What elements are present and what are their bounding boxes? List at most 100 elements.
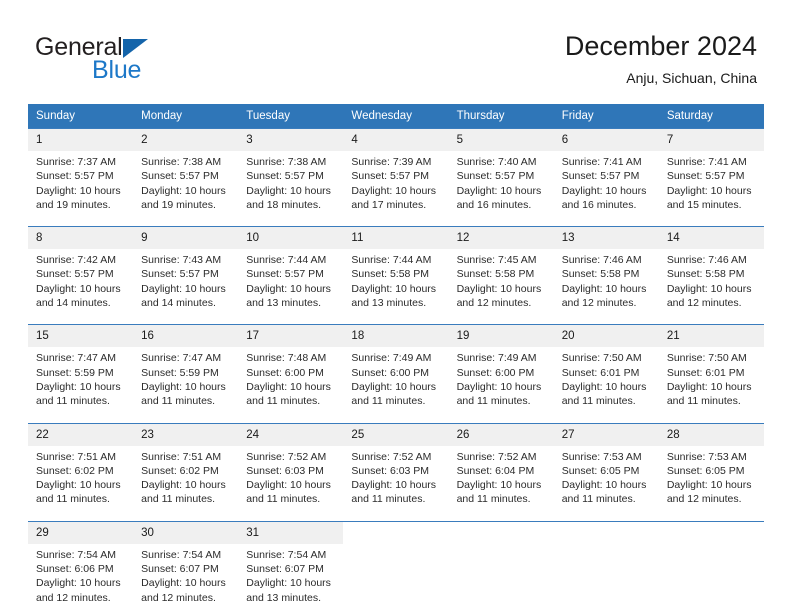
week-spacer-cell bbox=[28, 408, 764, 424]
day-cell[interactable]: 10 Sunrise: 7:44 AM Sunset: 5:57 PM Dayl… bbox=[238, 226, 344, 311]
daylight-text-line1: Daylight: 10 hours bbox=[246, 184, 331, 197]
sunrise-text: Sunrise: 7:53 AM bbox=[561, 450, 642, 463]
sunrise-text: Sunrise: 7:39 AM bbox=[351, 156, 432, 168]
day-cell[interactable]: 24 Sunrise: 7:52 AM Sunset: 6:03 PM Dayl… bbox=[238, 422, 344, 507]
day-cell[interactable]: 4 Sunrise: 7:39 AM Sunset: 5:57 PM Dayli… bbox=[343, 128, 449, 213]
day-cell[interactable]: 13 Sunrise: 7:46 AM Sunset: 5:58 PM Dayl… bbox=[553, 226, 659, 311]
day-cell-empty bbox=[658, 520, 764, 605]
daylight-text-line2: and 18 minutes. bbox=[246, 198, 321, 211]
daylight-text-line2: and 16 minutes. bbox=[561, 198, 637, 211]
logo-text-blue: Blue bbox=[92, 56, 142, 84]
day-cell[interactable]: 8 Sunrise: 7:42 AM Sunset: 5:57 PM Dayli… bbox=[28, 226, 134, 311]
day-cell[interactable]: 11 Sunrise: 7:44 AM Sunset: 5:58 PM Dayl… bbox=[343, 226, 449, 311]
day-number bbox=[343, 521, 449, 544]
day-details: Sunrise: 7:54 AM Sunset: 6:07 PM Dayligh… bbox=[133, 544, 238, 605]
daylight-text-line2: and 12 minutes. bbox=[456, 297, 532, 310]
sunset-text: Sunset: 5:59 PM bbox=[36, 366, 114, 379]
sunrise-text: Sunrise: 7:37 AM bbox=[36, 156, 116, 168]
day-cell[interactable]: 29 Sunrise: 7:54 AM Sunset: 6:06 PM Dayl… bbox=[28, 520, 134, 605]
day-cell[interactable]: 23 Sunrise: 7:51 AM Sunset: 6:02 PM Dayl… bbox=[133, 422, 239, 507]
day-cell[interactable]: 5 Sunrise: 7:40 AM Sunset: 5:57 PM Dayli… bbox=[448, 128, 554, 213]
day-cell[interactable]: 31 Sunrise: 7:54 AM Sunset: 6:07 PM Dayl… bbox=[238, 520, 344, 605]
day-cell[interactable]: 25 Sunrise: 7:52 AM Sunset: 6:03 PM Dayl… bbox=[343, 422, 449, 507]
day-number: 18 bbox=[343, 325, 449, 348]
week-spacer bbox=[28, 408, 764, 424]
day-details: Sunrise: 7:48 AM Sunset: 6:00 PM Dayligh… bbox=[238, 347, 343, 408]
daylight-text-line1: Daylight: 10 hours bbox=[141, 479, 226, 492]
page-title: December 2024 bbox=[564, 31, 757, 61]
sunrise-text: Sunrise: 7:49 AM bbox=[456, 352, 537, 365]
day-cell[interactable]: 27 Sunrise: 7:53 AM Sunset: 6:05 PM Dayl… bbox=[553, 422, 659, 507]
daylight-text-line2: and 11 minutes. bbox=[246, 493, 321, 506]
calendar-page: General Blue December 2024 Anju, Sichuan… bbox=[0, 0, 792, 612]
day-cell[interactable]: 1 Sunrise: 7:37 AM Sunset: 5:57 PM Dayli… bbox=[28, 128, 134, 213]
day-number: 25 bbox=[343, 423, 449, 446]
daylight-text-line1: Daylight: 10 hours bbox=[456, 282, 542, 295]
general-blue-logo[interactable]: General Blue bbox=[35, 34, 265, 88]
sunset-text: Sunset: 6:03 PM bbox=[351, 464, 430, 477]
sunrise-text: Sunrise: 7:47 AM bbox=[36, 352, 116, 365]
day-cell-empty bbox=[448, 520, 554, 605]
day-details: Sunrise: 7:52 AM Sunset: 6:03 PM Dayligh… bbox=[238, 446, 343, 507]
sunset-text: Sunset: 6:06 PM bbox=[36, 563, 114, 576]
day-number: 15 bbox=[28, 325, 134, 348]
day-cell[interactable]: 2 Sunrise: 7:38 AM Sunset: 5:57 PM Dayli… bbox=[133, 128, 239, 213]
daylight-text-line2: and 16 minutes. bbox=[456, 198, 532, 211]
day-cell[interactable]: 20 Sunrise: 7:50 AM Sunset: 6:01 PM Dayl… bbox=[553, 324, 659, 409]
sunrise-text: Sunrise: 7:46 AM bbox=[561, 254, 642, 267]
daylight-text-line2: and 13 minutes. bbox=[246, 591, 321, 604]
daylight-text-line1: Daylight: 10 hours bbox=[36, 577, 121, 590]
daylight-text-line2: and 13 minutes. bbox=[246, 297, 321, 310]
day-details: Sunrise: 7:46 AM Sunset: 5:58 PM Dayligh… bbox=[659, 249, 764, 310]
day-cell-empty bbox=[553, 520, 659, 605]
sunrise-text: Sunrise: 7:52 AM bbox=[351, 450, 432, 463]
daylight-text-line1: Daylight: 10 hours bbox=[36, 282, 121, 295]
day-cell[interactable]: 30 Sunrise: 7:54 AM Sunset: 6:07 PM Dayl… bbox=[133, 520, 239, 605]
sunset-text: Sunset: 5:57 PM bbox=[246, 268, 324, 281]
day-cell[interactable]: 17 Sunrise: 7:48 AM Sunset: 6:00 PM Dayl… bbox=[238, 324, 344, 409]
weekday-header-saturday: Saturday bbox=[658, 104, 764, 129]
day-cell[interactable]: 21 Sunrise: 7:50 AM Sunset: 6:01 PM Dayl… bbox=[658, 324, 764, 409]
day-number: 20 bbox=[553, 325, 659, 348]
sunset-text: Sunset: 5:58 PM bbox=[666, 268, 745, 281]
day-number: 7 bbox=[658, 129, 764, 151]
day-cell[interactable]: 18 Sunrise: 7:49 AM Sunset: 6:00 PM Dayl… bbox=[343, 324, 449, 409]
calendar-week-row: 1 Sunrise: 7:37 AM Sunset: 5:57 PM Dayli… bbox=[28, 128, 764, 213]
day-cell-empty bbox=[343, 520, 449, 605]
day-cell[interactable]: 19 Sunrise: 7:49 AM Sunset: 6:00 PM Dayl… bbox=[448, 324, 554, 409]
daylight-text-line1: Daylight: 10 hours bbox=[141, 577, 226, 590]
day-details: Sunrise: 7:47 AM Sunset: 5:59 PM Dayligh… bbox=[28, 347, 133, 408]
day-cell[interactable]: 28 Sunrise: 7:53 AM Sunset: 6:05 PM Dayl… bbox=[658, 422, 764, 507]
day-cell[interactable]: 14 Sunrise: 7:46 AM Sunset: 5:58 PM Dayl… bbox=[658, 226, 764, 311]
day-details: Sunrise: 7:45 AM Sunset: 5:58 PM Dayligh… bbox=[449, 249, 554, 310]
day-number bbox=[658, 521, 764, 544]
sunrise-text: Sunrise: 7:38 AM bbox=[246, 156, 327, 168]
day-details: Sunrise: 7:51 AM Sunset: 6:02 PM Dayligh… bbox=[133, 446, 238, 507]
daylight-text-line2: and 11 minutes. bbox=[456, 395, 531, 408]
day-number: 29 bbox=[28, 521, 134, 544]
day-cell[interactable]: 6 Sunrise: 7:41 AM Sunset: 5:57 PM Dayli… bbox=[553, 128, 659, 213]
weekday-header-thursday: Thursday bbox=[448, 104, 554, 129]
sunset-text: Sunset: 5:57 PM bbox=[456, 170, 535, 183]
day-number: 11 bbox=[343, 227, 449, 250]
daylight-text-line2: and 14 minutes. bbox=[36, 297, 111, 310]
day-details: Sunrise: 7:49 AM Sunset: 6:00 PM Dayligh… bbox=[343, 347, 448, 408]
day-number: 17 bbox=[238, 325, 344, 348]
daylight-text-line1: Daylight: 10 hours bbox=[141, 282, 226, 295]
day-details: Sunrise: 7:38 AM Sunset: 5:57 PM Dayligh… bbox=[133, 151, 238, 212]
day-cell[interactable]: 15 Sunrise: 7:47 AM Sunset: 5:59 PM Dayl… bbox=[28, 324, 134, 409]
day-cell[interactable]: 7 Sunrise: 7:41 AM Sunset: 5:57 PM Dayli… bbox=[658, 128, 764, 213]
day-cell[interactable]: 16 Sunrise: 7:47 AM Sunset: 5:59 PM Dayl… bbox=[133, 324, 239, 409]
day-number: 2 bbox=[133, 129, 239, 151]
daylight-text-line2: and 12 minutes. bbox=[561, 297, 637, 310]
daylight-text-line1: Daylight: 10 hours bbox=[246, 380, 331, 393]
day-cell[interactable]: 22 Sunrise: 7:51 AM Sunset: 6:02 PM Dayl… bbox=[28, 422, 134, 507]
sunrise-text: Sunrise: 7:54 AM bbox=[141, 548, 222, 561]
day-cell[interactable]: 26 Sunrise: 7:52 AM Sunset: 6:04 PM Dayl… bbox=[448, 422, 554, 507]
daylight-text-line1: Daylight: 10 hours bbox=[141, 184, 226, 197]
sunset-text: Sunset: 6:01 PM bbox=[561, 366, 640, 379]
day-cell[interactable]: 12 Sunrise: 7:45 AM Sunset: 5:58 PM Dayl… bbox=[448, 226, 554, 311]
day-cell[interactable]: 9 Sunrise: 7:43 AM Sunset: 5:57 PM Dayli… bbox=[133, 226, 239, 311]
day-cell[interactable]: 3 Sunrise: 7:38 AM Sunset: 5:57 PM Dayli… bbox=[238, 128, 344, 213]
page-header: General Blue December 2024 Anju, Sichuan… bbox=[0, 0, 792, 100]
